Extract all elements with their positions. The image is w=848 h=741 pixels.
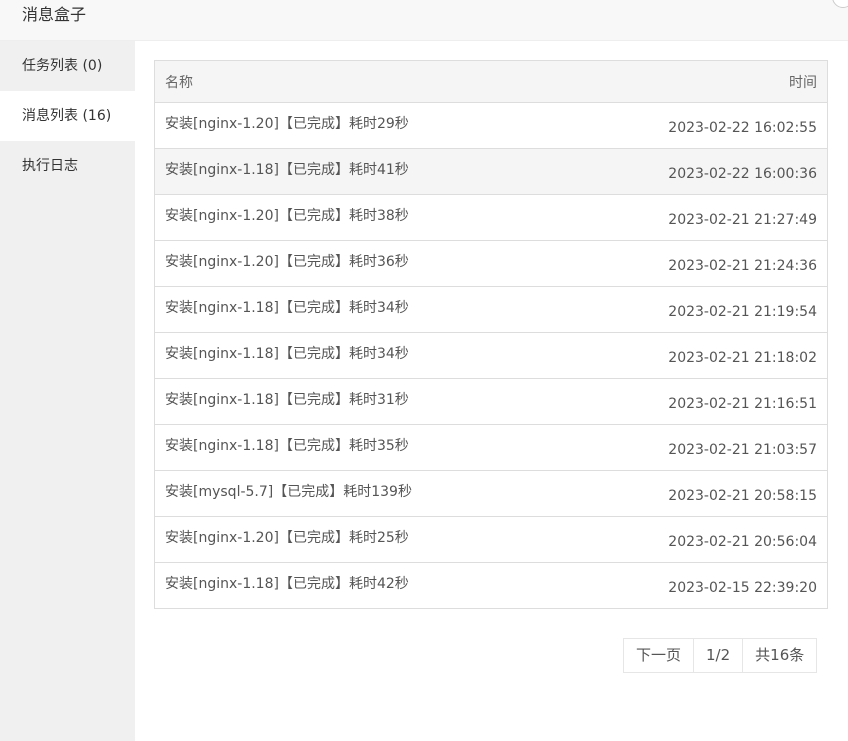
sidebar: 任务列表 (0) 消息列表 (16) 执行日志 xyxy=(0,41,135,741)
total-count: 共16条 xyxy=(755,646,805,664)
message-name: 安装[nginx-1.20]【已完成】耗时29秒 xyxy=(165,115,409,132)
dialog-header: 消息盒子 xyxy=(0,0,848,41)
table-row[interactable]: 安装[nginx-1.18]【已完成】耗时31秒 2023-02-21 21:16… xyxy=(154,379,828,425)
column-header-name: 名称 xyxy=(154,60,571,103)
message-time: 2023-02-21 21:24:36 xyxy=(668,257,817,274)
message-name: 安装[nginx-1.18]【已完成】耗时34秒 xyxy=(165,345,409,362)
message-name: 安装[nginx-1.18]【已完成】耗时35秒 xyxy=(165,437,409,454)
message-time: 2023-02-21 20:58:15 xyxy=(668,487,817,504)
message-name: 安装[nginx-1.20]【已完成】耗时36秒 xyxy=(165,253,409,270)
table-row[interactable]: 安装[nginx-1.20]【已完成】耗时38秒 2023-02-21 21:27… xyxy=(154,195,828,241)
message-time: 2023-02-21 21:18:02 xyxy=(668,349,817,366)
message-time: 2023-02-21 20:56:04 xyxy=(668,533,817,550)
column-header-time: 时间 xyxy=(570,60,828,103)
next-page-button[interactable]: 下一页 xyxy=(624,639,695,672)
dialog-title: 消息盒子 xyxy=(22,5,87,24)
message-name: 安装[nginx-1.18]【已完成】耗时34秒 xyxy=(165,299,409,316)
message-time: 2023-02-22 16:02:55 xyxy=(668,119,817,136)
message-name: 安装[mysql-5.7]【已完成】耗时139秒 xyxy=(165,483,412,500)
message-time: 2023-02-21 21:03:57 xyxy=(668,441,817,458)
table-row[interactable]: 安装[nginx-1.20]【已完成】耗时36秒 2023-02-21 21:24… xyxy=(154,241,828,287)
table-row[interactable]: 安装[nginx-1.18]【已完成】耗时41秒 2023-02-22 16:00… xyxy=(154,148,828,195)
table-row[interactable]: 安装[nginx-1.18]【已完成】耗时34秒 2023-02-21 21:19… xyxy=(154,287,828,333)
message-table: 名称 时间 安装[nginx-1.20]【已完成】耗时29秒 2023-02-22… xyxy=(154,60,828,609)
message-time: 2023-02-21 21:27:49 xyxy=(668,211,817,228)
table-row[interactable]: 安装[nginx-1.18]【已完成】耗时34秒 2023-02-21 21:18… xyxy=(154,333,828,379)
message-time: 2023-02-21 21:16:51 xyxy=(668,395,817,412)
page-indicator: 1/2 xyxy=(694,639,744,672)
message-name: 安装[nginx-1.20]【已完成】耗时38秒 xyxy=(165,207,409,224)
table-row[interactable]: 安装[nginx-1.20]【已完成】耗时29秒 2023-02-22 16:02… xyxy=(154,103,828,149)
table-row[interactable]: 安装[nginx-1.18]【已完成】耗时35秒 2023-02-21 21:03… xyxy=(154,425,828,471)
sidebar-item-message-list[interactable]: 消息列表 (16) xyxy=(0,91,135,141)
sidebar-item-task-list[interactable]: 任务列表 (0) xyxy=(0,41,135,91)
message-time: 2023-02-15 22:39:20 xyxy=(668,579,817,596)
pagination: 下一页 1/2 共16条 xyxy=(623,638,818,673)
sidebar-item-execution-log[interactable]: 执行日志 xyxy=(0,141,135,191)
table-row[interactable]: 安装[mysql-5.7]【已完成】耗时139秒 2023-02-21 20:58… xyxy=(154,471,828,517)
message-name: 安装[nginx-1.18]【已完成】耗时31秒 xyxy=(165,391,409,408)
message-name: 安装[nginx-1.18]【已完成】耗时42秒 xyxy=(165,575,409,592)
message-time: 2023-02-22 16:00:36 xyxy=(668,165,817,182)
message-time: 2023-02-21 21:19:54 xyxy=(668,303,817,320)
message-list-panel: 名称 时间 安装[nginx-1.20]【已完成】耗时29秒 2023-02-22… xyxy=(154,60,828,609)
table-row[interactable]: 安装[nginx-1.18]【已完成】耗时42秒 2023-02-15 22:39… xyxy=(155,563,828,609)
message-box-dialog: 消息盒子 任务列表 (0) 消息列表 (16) 执行日志 名称 时间 安装[ng… xyxy=(0,0,848,741)
message-name: 安装[nginx-1.18]【已完成】耗时41秒 xyxy=(165,161,409,178)
message-name: 安装[nginx-1.20]【已完成】耗时25秒 xyxy=(165,529,409,546)
table-row[interactable]: 安装[nginx-1.20]【已完成】耗时25秒 2023-02-21 20:56… xyxy=(154,517,828,563)
table-header-row: 名称 时间 xyxy=(154,60,828,103)
